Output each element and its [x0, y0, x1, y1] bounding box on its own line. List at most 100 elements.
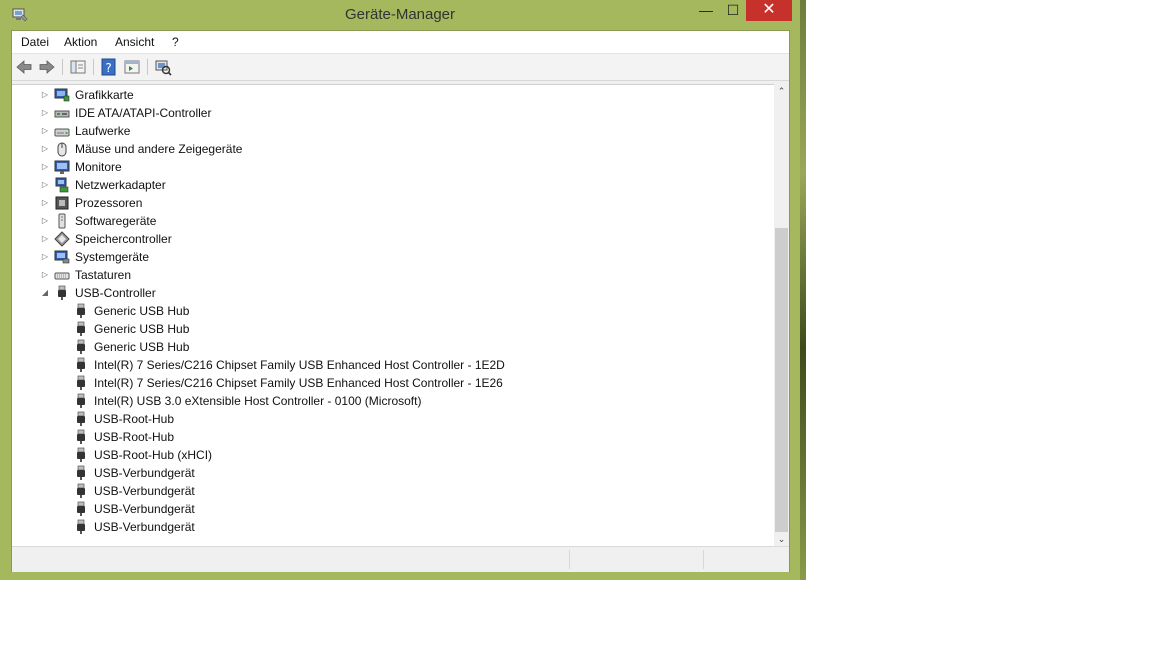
status-bar: [12, 546, 789, 572]
status-segment: [569, 550, 703, 569]
toolbar-separator: [93, 59, 94, 75]
expand-arrow-icon[interactable]: ▷: [40, 266, 50, 284]
device-manager-window: Geräte-Manager — ☐ ✕ Datei Aktion Ansich…: [0, 0, 800, 580]
vertical-scrollbar[interactable]: ⌃ ⌄: [774, 84, 789, 546]
help-icon[interactable]: ?: [100, 58, 118, 76]
scroll-down-button[interactable]: ⌄: [774, 532, 789, 546]
maximize-button[interactable]: ☐: [720, 0, 746, 21]
tree-item-label: Mäuse und andere Zeigegeräte: [75, 142, 243, 156]
expand-arrow-icon[interactable]: ▷: [40, 176, 50, 194]
menu-aktion[interactable]: Aktion: [64, 35, 97, 49]
title-bar[interactable]: Geräte-Manager — ☐ ✕: [0, 0, 800, 30]
tree-category-item[interactable]: ▷ Grafikkarte: [12, 86, 752, 104]
tree-item-label: Netzwerkadapter: [75, 178, 166, 192]
tree-category-item[interactable]: ▷ Softwaregeräte: [12, 212, 752, 230]
usb-icon: [77, 321, 85, 336]
expand-arrow-icon[interactable]: ▷: [40, 248, 50, 266]
tree-device-item[interactable]: Generic USB Hub: [12, 338, 752, 356]
network-adapter-icon: [55, 177, 69, 193]
tree-device-item[interactable]: USB-Root-Hub: [12, 410, 752, 428]
forward-arrow-icon[interactable]: [38, 58, 56, 76]
processor-icon: [55, 196, 69, 210]
tree-item-label: USB-Root-Hub (xHCI): [94, 448, 213, 462]
scan-hardware-icon[interactable]: [154, 58, 172, 76]
tree-item-label: USB-Root-Hub: [94, 412, 175, 426]
expand-arrow-icon[interactable]: ▷: [40, 140, 50, 158]
expand-arrow-icon[interactable]: ▷: [40, 230, 50, 248]
tree-item-label: Generic USB Hub: [94, 340, 190, 354]
minimize-button[interactable]: —: [693, 0, 719, 21]
tree-device-item[interactable]: USB-Verbundgerät: [12, 482, 752, 500]
tree-item-label: Softwaregeräte: [75, 214, 157, 228]
usb-icon: [77, 375, 85, 390]
show-hide-tree-icon[interactable]: [69, 58, 87, 76]
disk-drive-icon: [54, 128, 70, 137]
tree-item-label: USB-Verbundgerät: [94, 502, 195, 516]
tree-device-item[interactable]: USB-Root-Hub: [12, 428, 752, 446]
tree-device-item[interactable]: Intel(R) USB 3.0 eXtensible Host Control…: [12, 392, 752, 410]
expand-arrow-icon[interactable]: ▷: [40, 122, 50, 140]
expand-arrow-icon[interactable]: ▷: [40, 194, 50, 212]
tree-device-item[interactable]: Intel(R) 7 Series/C216 Chipset Family US…: [12, 356, 752, 374]
tree-item-label: Intel(R) USB 3.0 eXtensible Host Control…: [94, 394, 422, 408]
tree-category-item[interactable]: ▷ Laufwerke: [12, 122, 752, 140]
tree-category-item[interactable]: ▷ Monitore: [12, 158, 752, 176]
tree-category-item[interactable]: ◢ USB-Controller: [12, 284, 752, 302]
tree-item-label: Monitore: [75, 160, 122, 174]
tree-item-label: Generic USB Hub: [94, 322, 190, 336]
tree-item-label: Grafikkarte: [75, 88, 134, 102]
usb-icon: [77, 393, 85, 408]
software-device-icon: [58, 213, 66, 229]
tree-item-label: USB-Controller: [75, 286, 156, 300]
monitor-icon: [54, 160, 70, 174]
tree-category-item[interactable]: ▷ IDE ATA/ATAPI-Controller: [12, 104, 752, 122]
tree-device-item[interactable]: USB-Verbundgerät: [12, 518, 752, 536]
usb-icon: [77, 411, 85, 426]
scroll-up-button[interactable]: ⌃: [774, 84, 789, 98]
tree-category-item[interactable]: ▷ Systemgeräte: [12, 248, 752, 266]
tree-device-item[interactable]: USB-Verbundgerät: [12, 464, 752, 482]
keyboard-icon: [54, 272, 70, 280]
expand-arrow-icon[interactable]: ▷: [40, 86, 50, 104]
toolbar: ?: [12, 54, 789, 81]
expand-arrow-icon[interactable]: ▷: [40, 212, 50, 230]
expand-arrow-icon[interactable]: ▷: [40, 158, 50, 176]
tree-category-item[interactable]: ▷ Mäuse und andere Zeigegeräte: [12, 140, 752, 158]
usb-icon: [77, 303, 85, 318]
tree-item-label: IDE ATA/ATAPI-Controller: [75, 106, 212, 120]
tree-category-item[interactable]: ▷ Speichercontroller: [12, 230, 752, 248]
tree-device-item[interactable]: Intel(R) 7 Series/C216 Chipset Family US…: [12, 374, 752, 392]
back-arrow-icon[interactable]: [15, 58, 33, 76]
desktop-background: [800, 0, 806, 580]
tree-device-item[interactable]: Generic USB Hub: [12, 320, 752, 338]
usb-icon: [77, 465, 85, 480]
storage-controller-icon: [54, 231, 70, 247]
toolbar-separator: [62, 59, 63, 75]
tree-item-label: Prozessoren: [75, 196, 143, 210]
usb-icon: [58, 285, 66, 300]
tree-item-label: Laufwerke: [75, 124, 131, 138]
menu-datei[interactable]: Datei: [21, 35, 49, 49]
tree-item-label: USB-Verbundgerät: [94, 484, 195, 498]
tree-item-label: Speichercontroller: [75, 232, 172, 246]
tree-category-item[interactable]: ▷ Netzwerkadapter: [12, 176, 752, 194]
expand-arrow-icon[interactable]: ▷: [40, 104, 50, 122]
menu-help[interactable]: ?: [172, 35, 179, 49]
window-title: Geräte-Manager: [344, 6, 456, 23]
menu-bar: Datei Aktion Ansicht ?: [12, 31, 789, 54]
status-segment: [703, 550, 790, 569]
close-button[interactable]: ✕: [746, 0, 792, 21]
collapse-arrow-icon[interactable]: ◢: [40, 284, 50, 302]
menu-ansicht[interactable]: Ansicht: [115, 35, 154, 49]
device-tree[interactable]: ▷ Grafikkarte ▷ IDE ATA/ATAPI-Controller ▷ La…: [12, 84, 774, 547]
tree-device-item[interactable]: USB-Verbundgerät: [12, 500, 752, 518]
usb-icon: [77, 339, 85, 354]
mouse-icon: [57, 142, 67, 157]
tree-device-item[interactable]: USB-Root-Hub (xHCI): [12, 446, 752, 464]
tree-category-item[interactable]: ▷ Prozessoren: [12, 194, 752, 212]
tree-device-item[interactable]: Generic USB Hub: [12, 302, 752, 320]
scrollbar-thumb[interactable]: [775, 228, 788, 532]
tree-item-label: USB-Root-Hub: [94, 430, 175, 444]
tree-category-item[interactable]: ▷ Tastaturen: [12, 266, 752, 284]
properties-icon[interactable]: [123, 58, 141, 76]
